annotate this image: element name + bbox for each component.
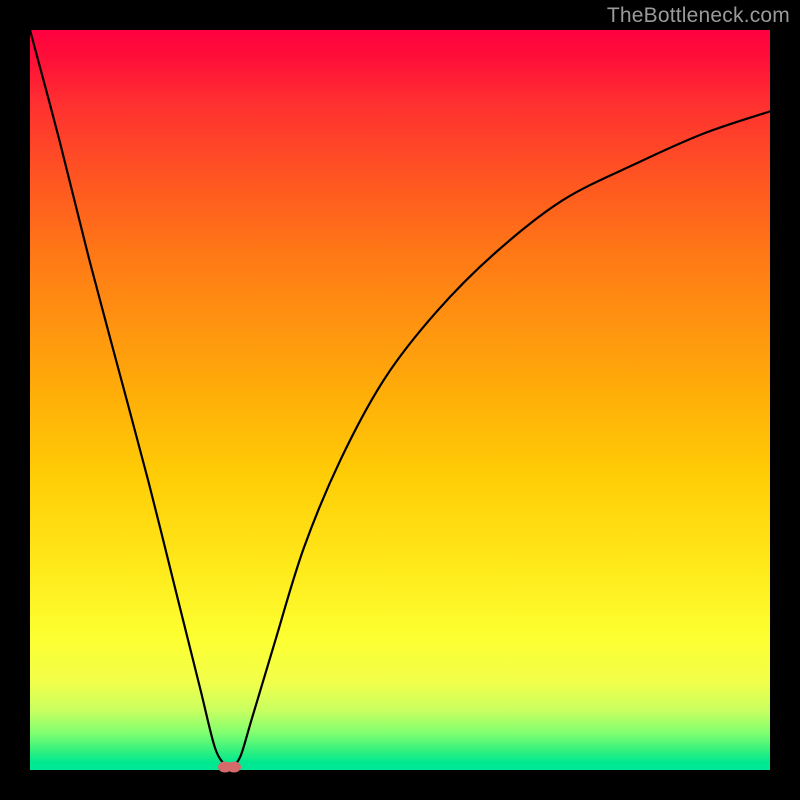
data-point-marker [227,762,241,773]
plot-area [30,30,770,770]
watermark-text: TheBottleneck.com [607,4,790,28]
bottleneck-curve [30,30,770,770]
curve-svg [30,30,770,770]
chart-container: TheBottleneck.com [0,0,800,800]
